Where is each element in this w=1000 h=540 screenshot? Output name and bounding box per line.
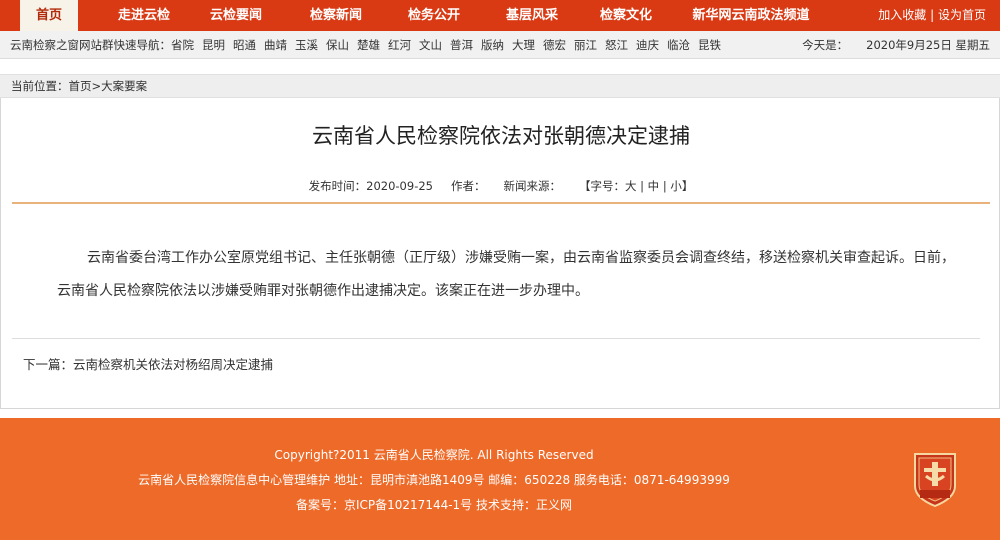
breadcrumb-label: 当前位置： [11, 79, 69, 93]
city-link[interactable]: 普洱 [450, 37, 473, 53]
city-link[interactable]: 大理 [512, 37, 535, 53]
city-nav-label: 云南检察之窗网站群快速导航： [10, 37, 171, 52]
publish-label: 发布时间： [308, 179, 367, 193]
top-right-links: 加入收藏 | 设为首页 [878, 0, 986, 31]
fontsize-open: 【字号： [578, 179, 625, 193]
current-date: 今天是： 2020年9月25日 星期五 [802, 31, 990, 59]
nav-zoujin[interactable]: 走进云检 [94, 0, 194, 31]
nav-jiceng[interactable]: 基层风采 [482, 0, 582, 31]
city-link[interactable]: 版纳 [481, 37, 504, 53]
nav-xinhua[interactable]: 新华网云南政法频道 [678, 0, 824, 31]
city-link[interactable]: 德宏 [543, 37, 566, 53]
city-link[interactable]: 红河 [388, 37, 411, 53]
author-label: 作者： [450, 179, 486, 193]
next-label: 下一篇： [23, 357, 74, 372]
nav-jianchaxinwen[interactable]: 检察新闻 [286, 0, 386, 31]
set-homepage-link[interactable]: 设为首页 [938, 8, 986, 22]
breadcrumb: 当前位置：首页>大案要案 [0, 74, 1000, 98]
article-title: 云南省人民检察院依法对张朝德决定逮捕 [312, 124, 690, 148]
nav-wenhua[interactable]: 检察文化 [584, 0, 668, 31]
city-link[interactable]: 丽江 [574, 37, 597, 53]
fontsize-divider: | [662, 179, 667, 193]
city-link[interactable]: 迪庆 [636, 37, 659, 53]
nav-jianwugongkai[interactable]: 检务公开 [392, 0, 476, 31]
article-meta: 发布时间：2020-09-25 作者： 新闻来源： 【字号：大 | 中 | 小】 [1, 178, 1000, 194]
city-link[interactable]: 文山 [419, 37, 442, 53]
city-link[interactable]: 曲靖 [264, 37, 287, 53]
city-link[interactable]: 玉溪 [295, 37, 318, 53]
breadcrumb-separator: > [91, 79, 102, 93]
breadcrumb-home[interactable]: 首页 [69, 79, 92, 93]
party-government-badge-icon[interactable] [909, 448, 961, 508]
city-link[interactable]: 昆明 [202, 37, 225, 53]
footer-info: 云南省人民检察院信息中心管理维护 地址：昆明市滇池路1409号 邮编：65022… [138, 473, 730, 487]
city-link[interactable]: 昭通 [233, 37, 256, 53]
next-article-link[interactable]: 云南检察机关依法对杨绍周决定逮捕 [73, 357, 273, 372]
date-value: 2020年9月25日 星期五 [866, 38, 990, 52]
article-panel: 云南省人民检察院依法对张朝德决定逮捕 发布时间：2020-09-25 作者： 新闻来… [0, 98, 1000, 409]
top-nav: 首页 走进云检 云检要闻 检察新闻 检务公开 基层风采 检察文化 新华网云南政法… [0, 0, 1000, 31]
divider: | [930, 8, 935, 22]
footer-icp: 备案号：京ICP备10217144-1号 技术支持：正义网 [295, 498, 572, 512]
title-divider [12, 202, 990, 204]
content-divider [12, 338, 980, 339]
next-article: 下一篇：云南检察机关依法对杨绍周决定逮捕 [23, 354, 273, 373]
city-link[interactable]: 楚雄 [357, 37, 380, 53]
fontsize-medium-button[interactable]: 中 [648, 179, 660, 193]
nav-home[interactable]: 首页 [20, 0, 78, 31]
footer-copyright: Copyright?2011 云南省人民检察院. All Rights Rese… [274, 448, 594, 462]
city-link[interactable]: 怒江 [605, 37, 628, 53]
city-link[interactable]: 保山 [326, 37, 349, 53]
city-link[interactable]: 临沧 [667, 37, 690, 53]
fontsize-small-button[interactable]: 小 [670, 179, 682, 193]
nav-yaowen[interactable]: 云检要闻 [194, 0, 278, 31]
fontsize-large-button[interactable]: 大 [625, 179, 637, 193]
source-label: 新闻来源： [503, 179, 561, 193]
article-body: 云南省委台湾工作办公室原党组书记、主任张朝德（正厅级）涉嫌受贿一案，由云南省监察… [57, 250, 955, 299]
city-link[interactable]: 省院 [171, 37, 194, 53]
city-nav-bar: 云南检察之窗网站群快速导航： 省院 昆明 昭通 曲靖 玉溪 保山 楚雄 红河 文… [0, 31, 1000, 59]
footer: Copyright?2011 云南省人民检察院. All Rights Rese… [0, 418, 1000, 540]
fontsize-divider: | [640, 179, 645, 193]
add-favorite-link[interactable]: 加入收藏 [878, 8, 926, 22]
date-label: 今天是： [802, 38, 849, 52]
city-link[interactable]: 昆铁 [698, 37, 721, 53]
publish-date: 2020-09-25 [366, 179, 433, 193]
breadcrumb-current[interactable]: 大案要案 [101, 79, 147, 93]
fontsize-close: 】 [681, 179, 694, 193]
